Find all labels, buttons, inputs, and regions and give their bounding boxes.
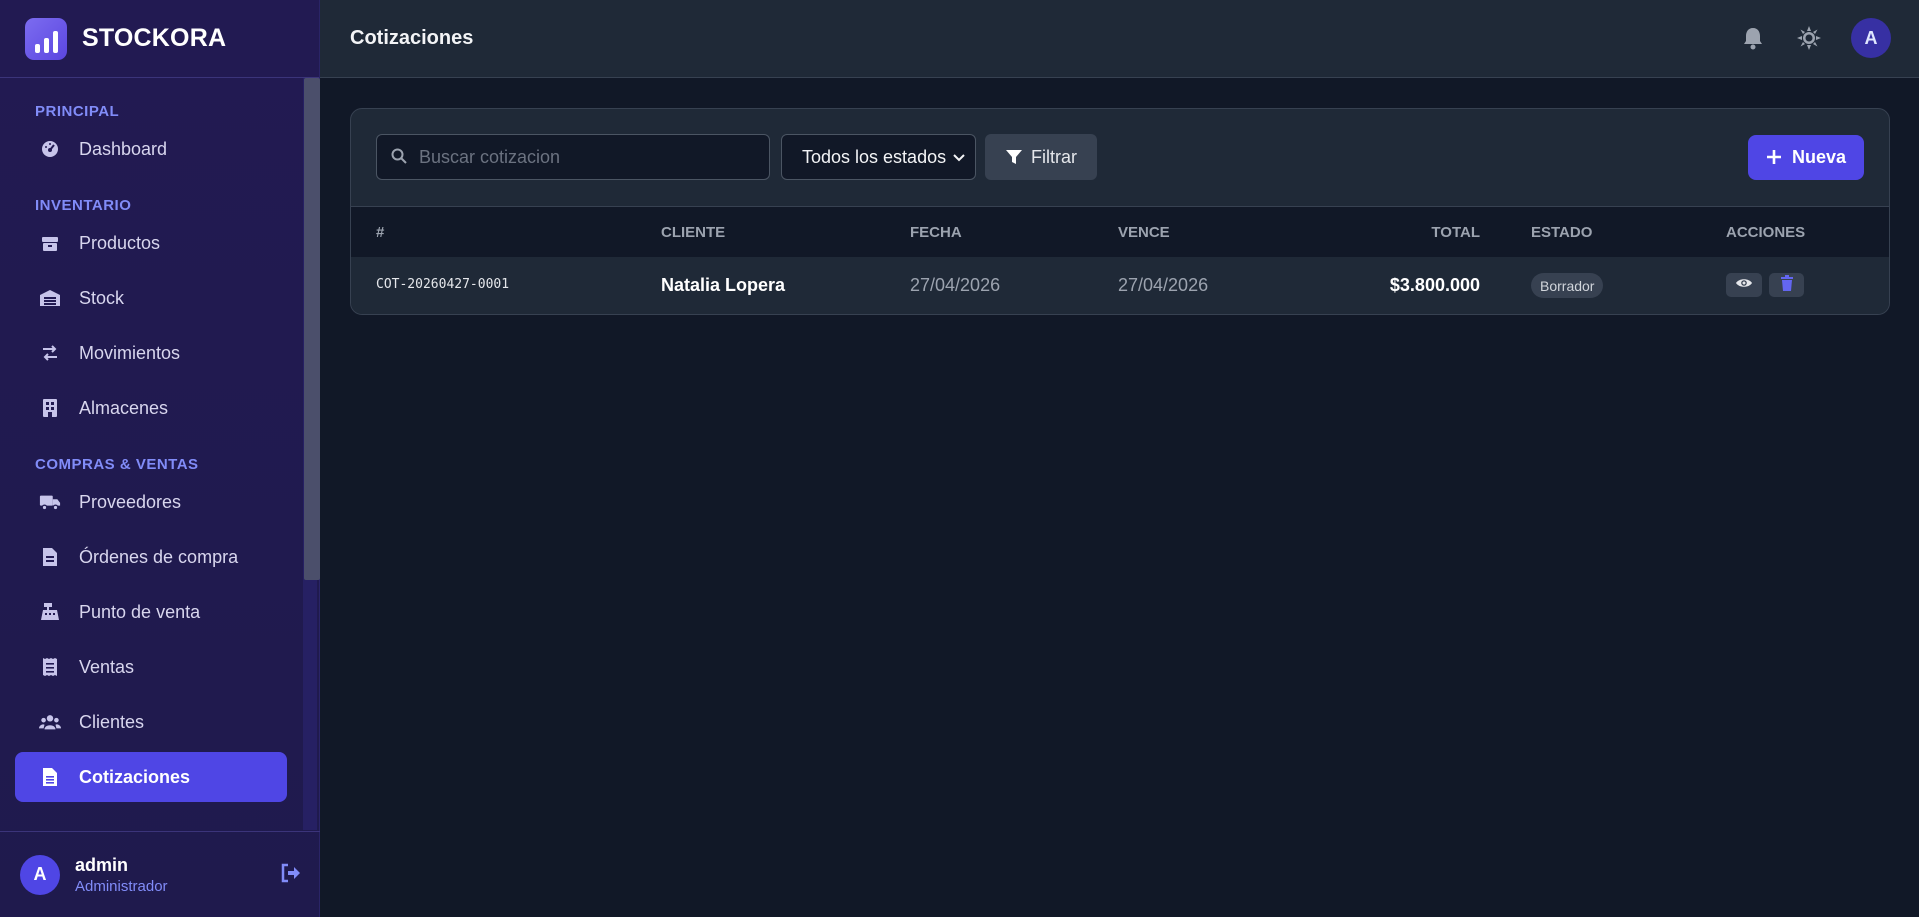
sidebar-item-almacenes[interactable]: Almacenes bbox=[15, 383, 287, 433]
quote-due-date: 27/04/2026 bbox=[1118, 275, 1209, 295]
sidebar-item-label: Ventas bbox=[79, 656, 135, 677]
sidebar-item-punto-venta[interactable]: Punto de venta bbox=[15, 587, 287, 637]
column-header-status[interactable]: ESTADO bbox=[1531, 224, 1592, 241]
new-quote-label: Nueva bbox=[1791, 147, 1847, 167]
delete-button[interactable] bbox=[1769, 273, 1804, 297]
status-select[interactable]: Todos los estados bbox=[781, 134, 976, 180]
section-title-inventario: INVENTARIO bbox=[35, 197, 132, 214]
sidebar-item-label: Dashboard bbox=[79, 138, 168, 159]
top-header: Cotizaciones A bbox=[320, 0, 1919, 78]
new-quote-button[interactable]: Nueva bbox=[1748, 135, 1864, 180]
trash-icon bbox=[1780, 274, 1794, 296]
search-input[interactable] bbox=[419, 146, 739, 168]
chevron-down-icon bbox=[951, 149, 967, 165]
toolbar: Todos los estados Filtrar Nueva bbox=[351, 109, 1889, 207]
column-header-date[interactable]: FECHA bbox=[910, 224, 962, 241]
bell-icon[interactable] bbox=[1739, 24, 1767, 52]
sidebar-item-clientes[interactable]: Clientes bbox=[15, 697, 287, 747]
search-icon bbox=[391, 148, 409, 166]
sidebar-item-label: Movimientos bbox=[79, 342, 181, 363]
warehouse-icon bbox=[39, 287, 61, 309]
status-select-value: Todos los estados bbox=[802, 146, 947, 167]
column-header-total[interactable]: TOTAL bbox=[1431, 224, 1480, 241]
quote-date: 27/04/2026 bbox=[910, 275, 1001, 295]
sidebar-item-label: Órdenes de compra bbox=[79, 546, 239, 567]
cash-register-icon bbox=[39, 601, 61, 623]
avatar[interactable]: A bbox=[1851, 18, 1891, 58]
eye-icon bbox=[1735, 276, 1753, 294]
box-icon bbox=[39, 232, 61, 254]
truck-icon bbox=[39, 491, 61, 513]
filter-button[interactable]: Filtrar bbox=[985, 134, 1097, 180]
file-icon bbox=[39, 766, 61, 788]
sidebar-item-label: Almacenes bbox=[79, 397, 169, 418]
plus-icon bbox=[1766, 149, 1784, 167]
sidebar-item-ventas[interactable]: Ventas bbox=[15, 642, 287, 692]
table-row[interactable]: COT-20260427-0001 Natalia Lopera 27/04/2… bbox=[351, 257, 1889, 314]
sidebar-item-label: Productos bbox=[79, 232, 161, 253]
column-header-due[interactable]: VENCE bbox=[1118, 224, 1170, 241]
brand-name: STOCKORA bbox=[82, 24, 227, 52]
sidebar-scrollbar[interactable] bbox=[303, 78, 320, 830]
sidebar-nav: PRINCIPAL Dashboard INVENTARIO Productos… bbox=[0, 78, 302, 830]
chart-bar-icon bbox=[25, 17, 67, 60]
sidebar: STOCKORA PRINCIPAL Dashboard INVENTARIO … bbox=[0, 0, 320, 917]
building-icon bbox=[39, 397, 61, 419]
sidebar-item-dashboard[interactable]: Dashboard bbox=[15, 124, 287, 174]
quote-total: $3.800.000 bbox=[1389, 275, 1480, 295]
table-header: # CLIENTE FECHA VENCE TOTAL ESTADO ACCIO… bbox=[351, 207, 1889, 257]
exchange-icon bbox=[39, 342, 61, 364]
section-title-principal: PRINCIPAL bbox=[35, 103, 120, 120]
search-box[interactable] bbox=[376, 134, 770, 180]
user-name: admin bbox=[75, 854, 129, 875]
section-title-compras-ventas: COMPRAS & VENTAS bbox=[35, 456, 199, 473]
receipt-icon bbox=[39, 656, 61, 678]
view-button[interactable] bbox=[1726, 273, 1762, 297]
column-header-number[interactable]: # bbox=[376, 224, 384, 241]
sidebar-item-stock[interactable]: Stock bbox=[15, 273, 287, 323]
sidebar-item-proveedores[interactable]: Proveedores bbox=[15, 477, 287, 527]
file-invoice-icon bbox=[39, 546, 61, 568]
sidebar-item-label: Punto de venta bbox=[79, 601, 201, 622]
avatar[interactable]: A bbox=[20, 854, 60, 895]
logout-icon[interactable] bbox=[280, 862, 304, 886]
sidebar-item-ordenes-compra[interactable]: Órdenes de compra bbox=[15, 532, 287, 582]
client-name: Natalia Lopera bbox=[661, 275, 786, 295]
quotes-card: Todos los estados Filtrar Nueva # CLIENT… bbox=[350, 108, 1890, 315]
sidebar-item-cotizaciones[interactable]: Cotizaciones bbox=[15, 752, 287, 802]
filter-icon bbox=[1005, 148, 1023, 166]
sidebar-item-movimientos[interactable]: Movimientos bbox=[15, 328, 287, 378]
page-title: Cotizaciones bbox=[350, 27, 474, 49]
sidebar-item-label: Cotizaciones bbox=[79, 766, 191, 787]
dashboard-icon bbox=[39, 138, 61, 160]
scrollbar-thumb[interactable] bbox=[304, 78, 320, 580]
quote-code: COT-20260427-0001 bbox=[376, 277, 510, 292]
theme-toggle-icon[interactable] bbox=[1795, 24, 1823, 52]
user-role: Administrador bbox=[75, 877, 168, 895]
sidebar-item-productos[interactable]: Productos bbox=[15, 218, 287, 268]
filter-button-label: Filtrar bbox=[1031, 146, 1077, 167]
user-box: A admin Administrador bbox=[0, 831, 320, 917]
sidebar-item-label: Stock bbox=[79, 287, 125, 308]
brand[interactable]: STOCKORA bbox=[0, 0, 319, 78]
status-badge: Borrador bbox=[1531, 273, 1604, 298]
sidebar-item-label: Proveedores bbox=[79, 491, 182, 512]
sidebar-item-label: Clientes bbox=[79, 711, 145, 732]
users-icon bbox=[39, 711, 61, 733]
column-header-client[interactable]: CLIENTE bbox=[661, 224, 725, 241]
column-header-actions: ACCIONES bbox=[1726, 224, 1806, 241]
